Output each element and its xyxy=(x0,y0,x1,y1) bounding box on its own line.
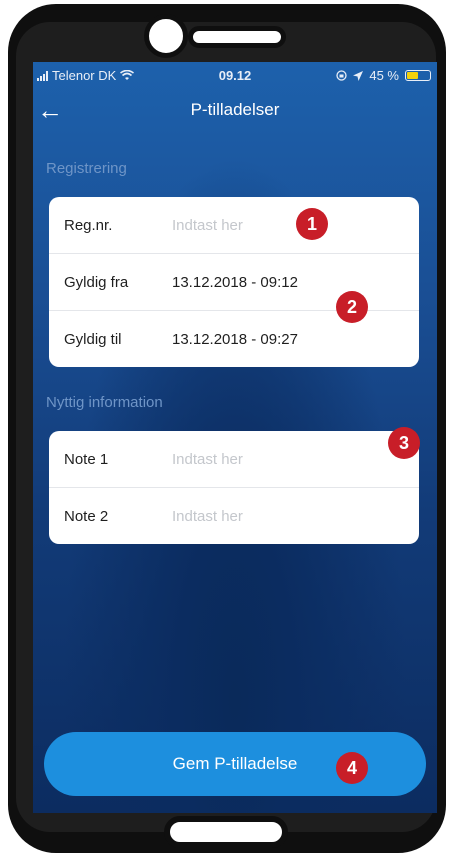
registration-card: Reg.nr. Indtast her Gyldig fra 13.12.201… xyxy=(49,197,419,367)
callout-badge-1: 1 xyxy=(296,208,328,240)
reg-nr-row[interactable]: Reg.nr. Indtast her xyxy=(49,197,419,254)
page-title: P-tilladelser xyxy=(190,100,280,119)
section-title-registration: Registrering xyxy=(46,160,127,177)
callout-badge-3: 3 xyxy=(388,427,420,459)
note-1-row[interactable]: Note 1 Indtast her xyxy=(49,431,419,488)
valid-to-value[interactable]: 13.12.2018 - 09:27 xyxy=(172,331,298,348)
reg-nr-label: Reg.nr. xyxy=(64,216,113,234)
app-screen: Telenor DK 09.12 45 % ← P-tilladelser Re… xyxy=(33,62,437,813)
callout-badge-4: 4 xyxy=(336,752,368,784)
valid-to-label: Gyldig til xyxy=(64,330,122,348)
note-1-label: Note 1 xyxy=(64,450,109,468)
reg-nr-input[interactable]: Indtast her xyxy=(172,217,243,234)
rotation-lock-icon xyxy=(336,70,348,81)
save-permit-button[interactable]: Gem P-tilladelse xyxy=(44,732,426,796)
valid-to-row[interactable]: Gyldig til 13.12.2018 - 09:27 xyxy=(49,311,419,367)
speaker-icon xyxy=(188,26,286,48)
callout-badge-2: 2 xyxy=(336,291,368,323)
status-right: 45 % xyxy=(336,68,431,83)
location-icon xyxy=(353,70,364,81)
status-bar: Telenor DK 09.12 45 % xyxy=(33,62,437,88)
battery-percent: 45 % xyxy=(369,68,399,83)
camera-icon xyxy=(144,14,188,58)
valid-from-label: Gyldig fra xyxy=(64,273,129,291)
info-card: Note 1 Indtast her Note 2 Indtast her xyxy=(49,431,419,544)
valid-from-value[interactable]: 13.12.2018 - 09:12 xyxy=(172,274,298,291)
section-title-info: Nyttig information xyxy=(46,394,163,411)
note-2-input[interactable]: Indtast her xyxy=(172,508,243,525)
nav-bar: ← P-tilladelser xyxy=(33,90,437,130)
note-2-row[interactable]: Note 2 Indtast her xyxy=(49,488,419,544)
note-2-label: Note 2 xyxy=(64,507,109,525)
home-button[interactable] xyxy=(164,816,288,848)
note-1-input[interactable]: Indtast her xyxy=(172,451,243,468)
battery-icon xyxy=(405,70,431,81)
